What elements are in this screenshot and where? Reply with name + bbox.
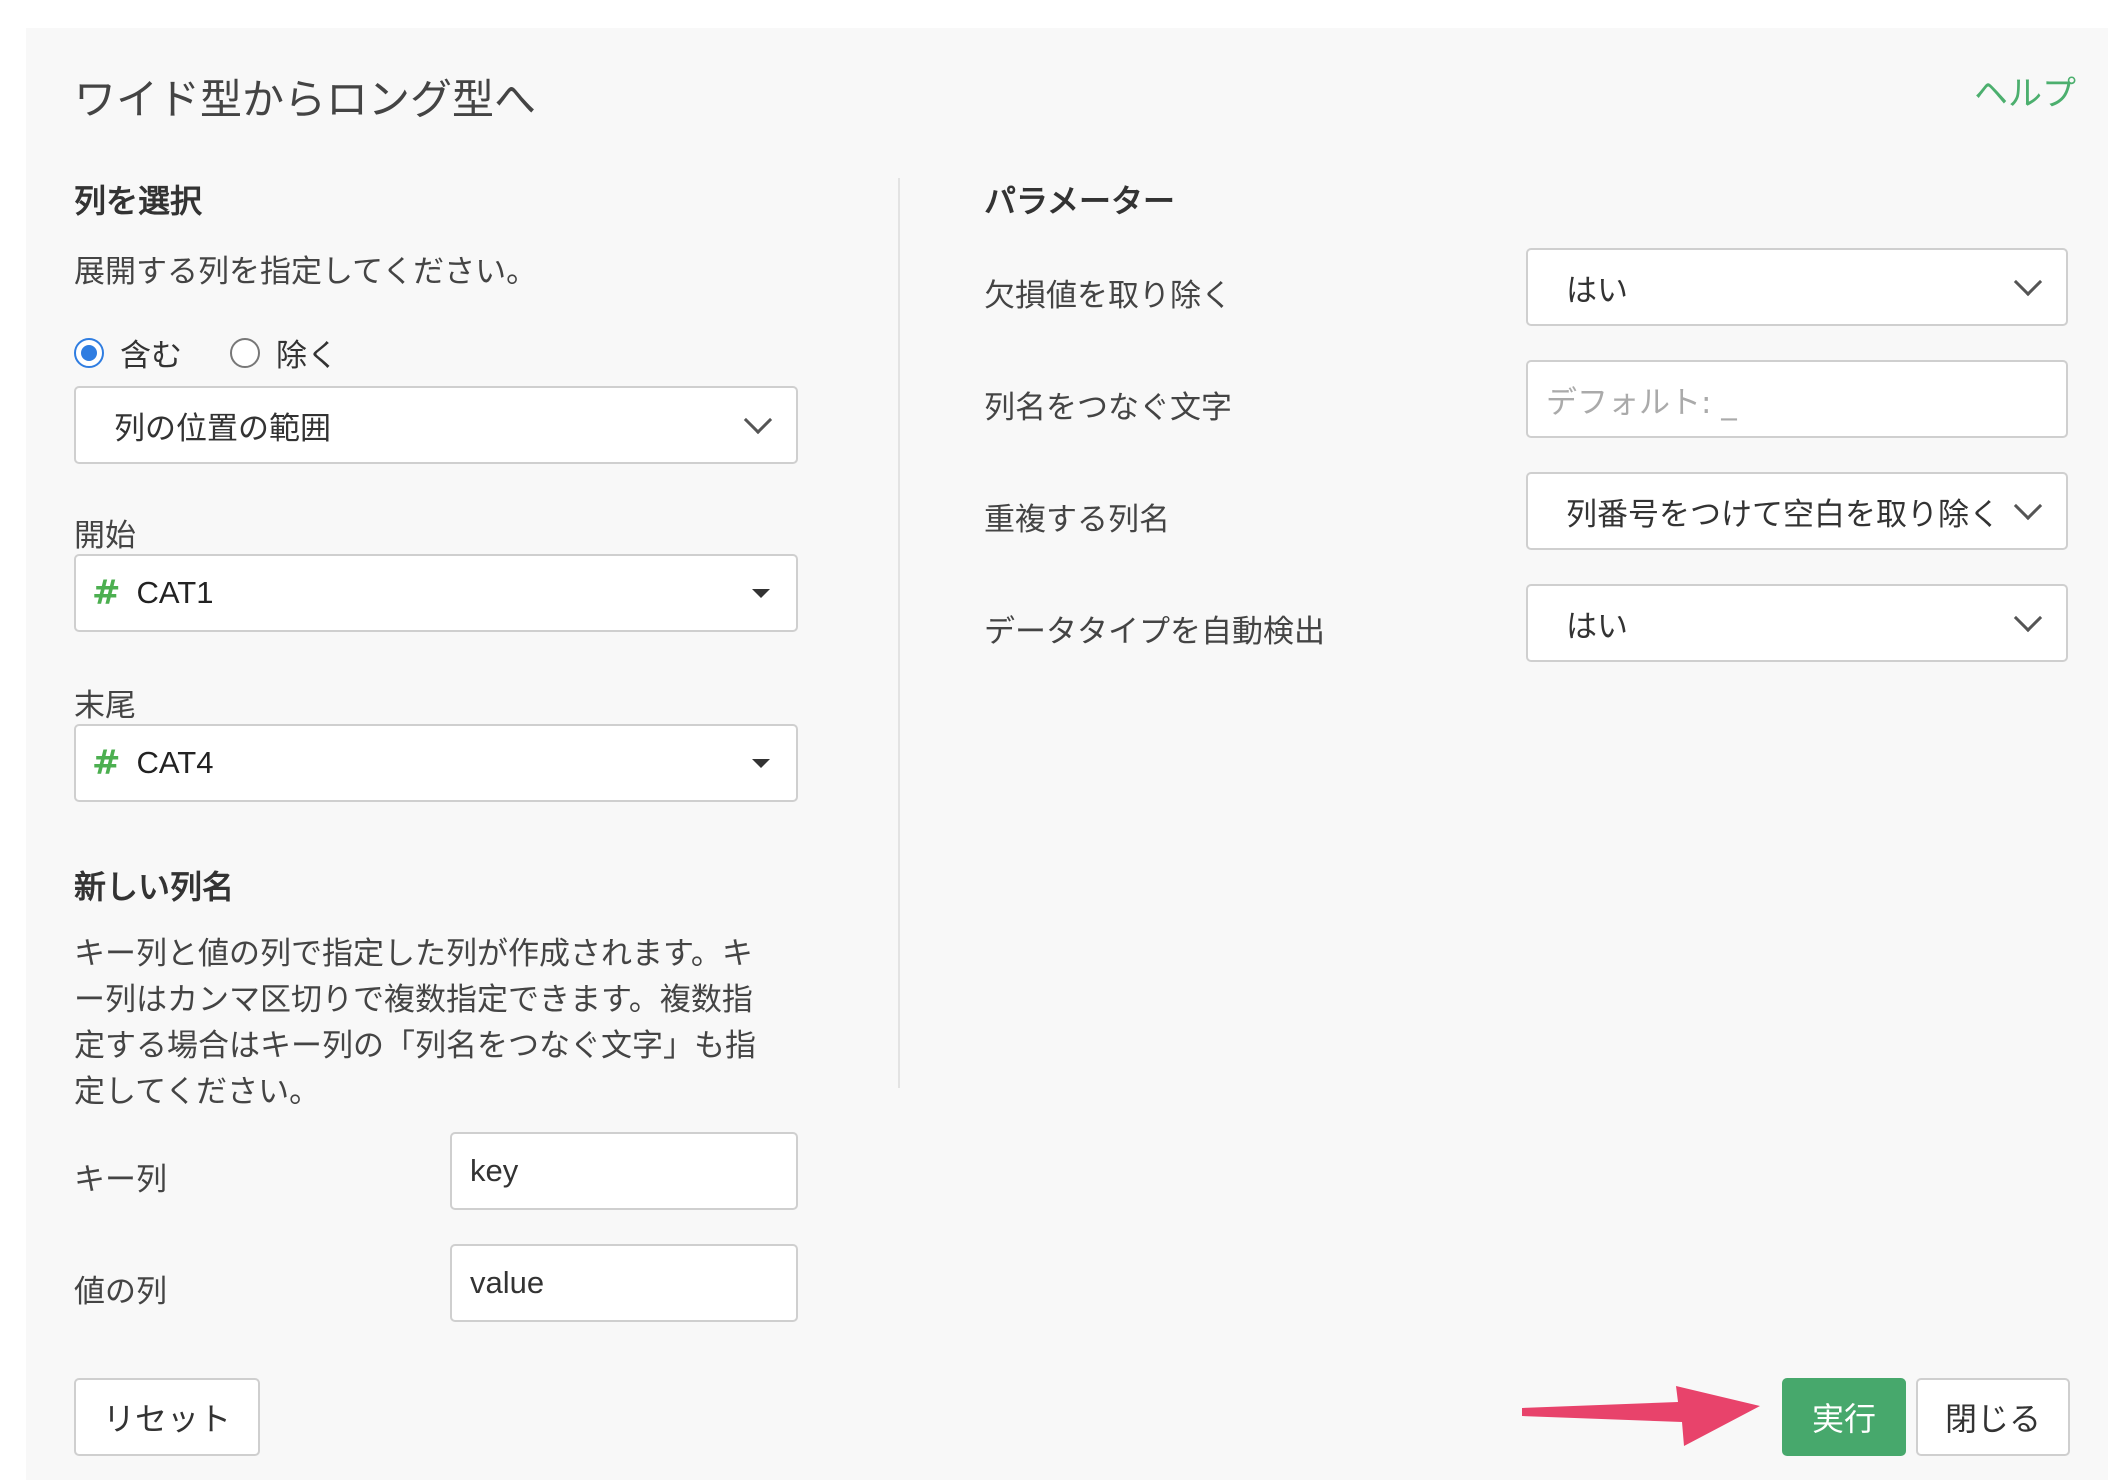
new-columns-desc-line-3: 定する場合はキー列の「列名をつなぐ文字」も指 [74, 1028, 756, 1064]
chevron-down-icon [2013, 491, 2043, 521]
help-link[interactable]: ヘルプ [1974, 66, 2076, 115]
end-column-value: CAT4 [136, 745, 214, 780]
column-selection-mode-value: 列の位置の範囲 [114, 410, 331, 447]
end-label: 末尾 [74, 688, 136, 724]
start-label: 開始 [74, 518, 136, 554]
exclude-radio[interactable] [230, 337, 260, 368]
remove-na-value: はい [1566, 272, 1628, 309]
auto-type-value: はい [1566, 608, 1628, 645]
new-columns-desc-line-1: キー列と値の列で指定した列が作成されます。キ [74, 936, 753, 972]
column-selection-mode-select[interactable]: 列の位置の範囲 [74, 386, 798, 464]
value-column-input[interactable]: value [450, 1244, 798, 1322]
remove-na-label: 欠損値を取り除く [984, 278, 1232, 314]
end-column-select[interactable]: # CAT4 [74, 724, 798, 802]
chevron-down-icon [2013, 603, 2043, 633]
run-button[interactable]: 実行 [1782, 1378, 1906, 1456]
key-column-label: キー列 [74, 1162, 167, 1198]
reset-button[interactable]: リセット [74, 1378, 260, 1456]
include-radio[interactable] [74, 337, 104, 368]
new-columns-desc-line-4: 定してください。 [74, 1074, 321, 1110]
separator-input[interactable]: デフォルト: _ [1526, 360, 2068, 438]
chevron-down-icon [743, 405, 773, 435]
include-exclude-radio-group: 含む 除く [74, 330, 338, 375]
parameters-title: パラメーター [984, 182, 1176, 220]
numeric-column-icon: # [92, 743, 121, 783]
include-radio-label[interactable]: 含む [120, 330, 182, 375]
duplicate-names-label: 重複する列名 [984, 502, 1170, 538]
dialog-title: ワイド型からロング型へ [74, 75, 537, 124]
duplicate-names-value: 列番号をつけて空白を取り除く [1566, 496, 2000, 533]
caret-down-icon [752, 588, 770, 598]
remove-na-select[interactable]: はい [1526, 248, 2068, 326]
chevron-down-icon [2013, 267, 2043, 297]
auto-type-select[interactable]: はい [1526, 584, 2068, 662]
select-columns-description: 展開する列を指定してください。 [74, 254, 538, 290]
start-column-select[interactable]: # CAT1 [74, 554, 798, 632]
separator-label: 列名をつなぐ文字 [984, 390, 1232, 426]
close-button[interactable]: 閉じる [1916, 1378, 2070, 1456]
new-column-names-title: 新しい列名 [74, 868, 235, 906]
key-column-input[interactable]: key [450, 1132, 798, 1210]
exclude-radio-label[interactable]: 除く [276, 330, 338, 375]
value-column-label: 値の列 [74, 1274, 167, 1310]
column-divider [898, 178, 900, 1088]
annotation-arrow-icon [1522, 1386, 1760, 1446]
numeric-column-icon: # [92, 573, 121, 613]
start-column-value: CAT1 [136, 575, 214, 610]
caret-down-icon [752, 758, 770, 768]
select-columns-title: 列を選択 [74, 182, 203, 220]
duplicate-names-select[interactable]: 列番号をつけて空白を取り除く [1526, 472, 2068, 550]
new-columns-desc-line-2: ー列はカンマ区切りで複数指定できます。複数指 [74, 982, 753, 1018]
auto-type-label: データタイプを自動検出 [984, 614, 1325, 650]
